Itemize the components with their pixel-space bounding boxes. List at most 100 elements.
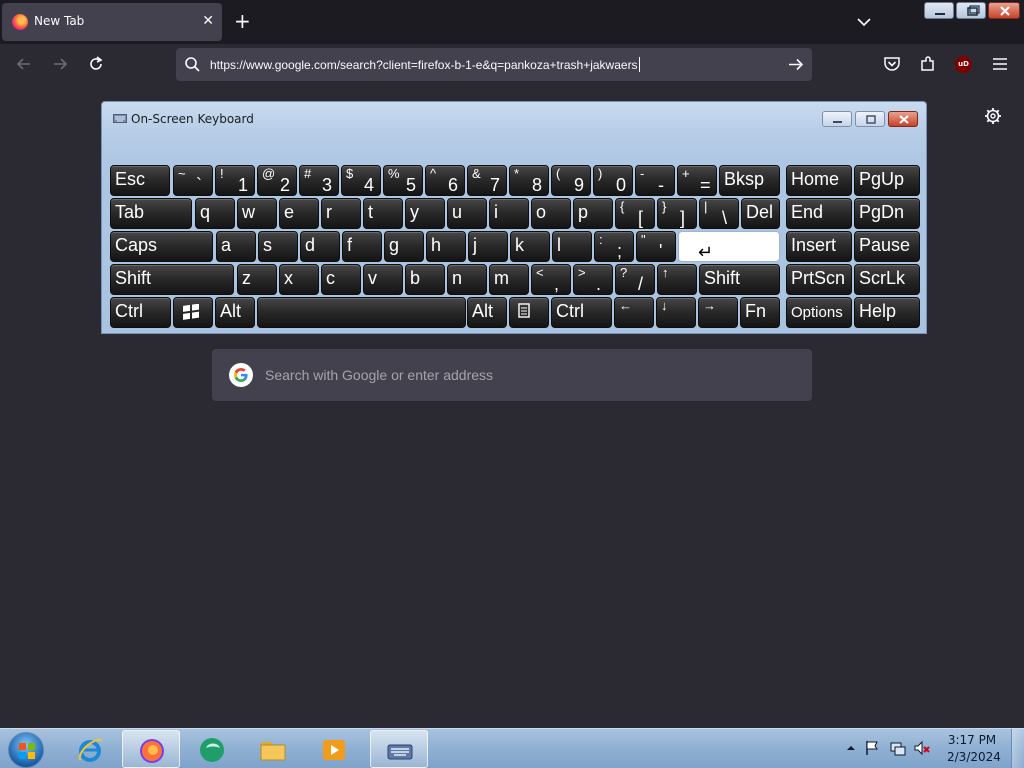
- close-icon[interactable]: ✕: [202, 13, 214, 29]
- taskbar-on-screen-keyboard[interactable]: [370, 730, 428, 768]
- key-f[interactable]: f: [342, 231, 382, 262]
- key-fn[interactable]: Fn: [740, 297, 780, 328]
- tab-new-tab[interactable]: New Tab ✕: [2, 3, 222, 41]
- taskbar-app-green[interactable]: [183, 730, 241, 768]
- key-q[interactable]: q: [195, 198, 235, 229]
- key-w[interactable]: w: [237, 198, 277, 229]
- taskbar-firefox[interactable]: [122, 730, 180, 768]
- key-7[interactable]: & 7: [467, 165, 507, 196]
- key-t[interactable]: t: [363, 198, 403, 229]
- key-pause[interactable]: Pause: [854, 231, 920, 262]
- key-lctrl[interactable]: Ctrl: [110, 297, 171, 328]
- close-window-button[interactable]: [988, 2, 1020, 19]
- key-lalt[interactable]: Alt: [215, 297, 255, 328]
- key-down[interactable]: ↓: [656, 297, 696, 328]
- menu-icon[interactable]: [990, 54, 1010, 74]
- back-icon[interactable]: [14, 54, 34, 74]
- taskbar-explorer[interactable]: [244, 730, 302, 768]
- key-rctrl[interactable]: Ctrl: [551, 297, 612, 328]
- key-pgup[interactable]: PgUp: [854, 165, 920, 196]
- osk-maximize-button[interactable]: [855, 111, 885, 127]
- key-options[interactable]: Options: [786, 297, 852, 328]
- key-r[interactable]: r: [321, 198, 361, 229]
- key-u[interactable]: u: [447, 198, 487, 229]
- key-g[interactable]: g: [384, 231, 424, 262]
- action-center-flag-icon[interactable]: [866, 741, 878, 755]
- key-equals[interactable]: + =: [677, 165, 717, 196]
- key-esc[interactable]: Esc: [110, 165, 170, 196]
- show-desktop-button[interactable]: [1011, 729, 1024, 768]
- taskbar-internet-explorer[interactable]: [61, 730, 119, 768]
- start-button[interactable]: [8, 732, 44, 768]
- key-right[interactable]: →: [698, 297, 738, 328]
- minimize-button[interactable]: [924, 2, 954, 19]
- key-j[interactable]: j: [468, 231, 508, 262]
- key-5[interactable]: % 5: [383, 165, 423, 196]
- key-o[interactable]: o: [531, 198, 571, 229]
- key-del[interactable]: Del: [741, 198, 780, 229]
- extensions-icon[interactable]: [918, 54, 938, 74]
- on-screen-keyboard-window[interactable]: On-Screen Keyboard Esc ~ `! 1 @2 #3 $4% 5 ^ 6 & 7 * 8…: [101, 101, 927, 334]
- key-rbracket[interactable]: }]: [657, 198, 697, 229]
- key-ralt[interactable]: Alt: [467, 297, 507, 328]
- key-8[interactable]: * 8: [509, 165, 549, 196]
- network-icon[interactable]: [890, 742, 906, 756]
- key-4[interactable]: $4: [341, 165, 381, 196]
- key-comma[interactable]: <,: [531, 264, 571, 295]
- forward-icon[interactable]: [50, 54, 70, 74]
- osk-minimize-button[interactable]: [822, 111, 852, 127]
- key-p[interactable]: p: [573, 198, 613, 229]
- key-lbracket[interactable]: {[: [615, 198, 655, 229]
- key-minus[interactable]: --: [635, 165, 675, 196]
- key-s[interactable]: s: [258, 231, 298, 262]
- key-semicolon[interactable]: :;: [594, 231, 634, 262]
- key-menu[interactable]: [509, 297, 549, 328]
- osk-close-button[interactable]: [888, 111, 918, 127]
- key-b[interactable]: b: [405, 264, 445, 295]
- key-tilde[interactable]: ~ `: [173, 165, 213, 196]
- clock-date[interactable]: 2/3/2024: [947, 750, 1001, 764]
- key-a[interactable]: a: [216, 231, 256, 262]
- key-9[interactable]: (9: [551, 165, 591, 196]
- key-home[interactable]: Home: [786, 165, 852, 196]
- restore-button[interactable]: [956, 2, 986, 19]
- key-backslash[interactable]: | \: [699, 198, 739, 229]
- key-rshift[interactable]: Shift: [699, 264, 780, 295]
- plus-icon[interactable]: +: [234, 10, 251, 32]
- key-0[interactable]: ) 0: [593, 165, 633, 196]
- key-scrlk[interactable]: ScrLk: [854, 264, 920, 295]
- pocket-icon[interactable]: [882, 54, 902, 74]
- key-slash[interactable]: ? /: [615, 264, 655, 295]
- key-quote[interactable]: " ': [636, 231, 676, 262]
- key-end[interactable]: End: [786, 198, 852, 229]
- show-hidden-icons-arrow[interactable]: [847, 746, 855, 750]
- go-arrow-icon[interactable]: [787, 56, 804, 73]
- key-period[interactable]: >.: [573, 264, 613, 295]
- key-win[interactable]: [173, 297, 213, 328]
- key-bksp[interactable]: Bksp: [719, 165, 780, 196]
- key-pgdn[interactable]: PgDn: [854, 198, 920, 229]
- gear-icon[interactable]: [984, 107, 1002, 125]
- key-2[interactable]: @2: [257, 165, 297, 196]
- key-enter[interactable]: ↵: [678, 231, 780, 262]
- search-box[interactable]: Search with Google or enter address: [212, 349, 812, 401]
- key-insert[interactable]: Insert: [786, 231, 852, 262]
- key-help[interactable]: Help: [854, 297, 920, 328]
- key-y[interactable]: y: [405, 198, 445, 229]
- key-space[interactable]: [257, 297, 466, 328]
- key-z[interactable]: z: [237, 264, 277, 295]
- reload-icon[interactable]: [86, 54, 106, 74]
- key-tab[interactable]: Tab: [110, 198, 192, 229]
- key-x[interactable]: x: [279, 264, 319, 295]
- key-v[interactable]: v: [363, 264, 403, 295]
- key-m[interactable]: m: [489, 264, 529, 295]
- key-6[interactable]: ^ 6: [425, 165, 465, 196]
- key-d[interactable]: d: [300, 231, 340, 262]
- key-caps[interactable]: Caps: [110, 231, 213, 262]
- key-l[interactable]: l: [552, 231, 592, 262]
- key-lshift[interactable]: Shift: [110, 264, 234, 295]
- key-i[interactable]: i: [489, 198, 529, 229]
- key-3[interactable]: #3: [299, 165, 339, 196]
- key-left[interactable]: ←: [614, 297, 654, 328]
- key-n[interactable]: n: [447, 264, 487, 295]
